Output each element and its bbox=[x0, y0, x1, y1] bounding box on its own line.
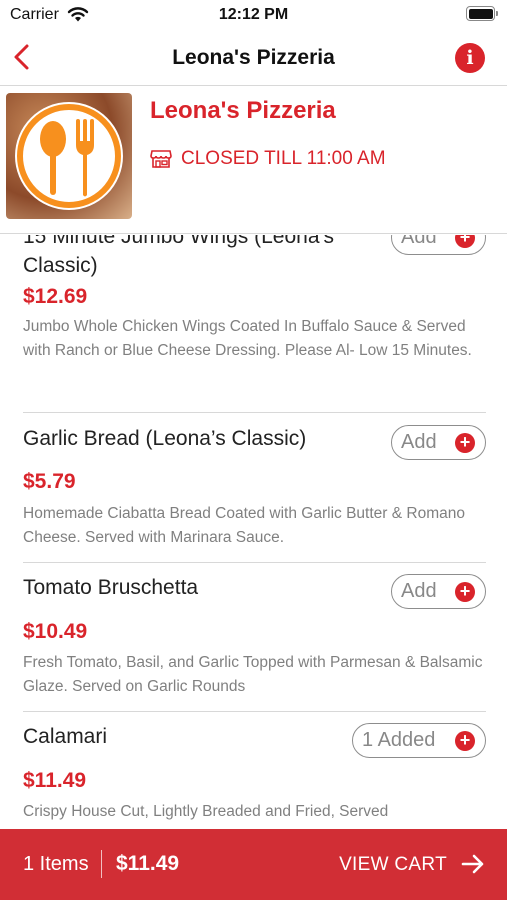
view-cart-button[interactable]: VIEW CART bbox=[339, 854, 447, 876]
add-button[interactable]: Add + bbox=[391, 574, 486, 609]
add-button[interactable]: Add + bbox=[391, 235, 486, 255]
restaurant-name: Leona's Pizzeria bbox=[150, 97, 336, 124]
cart-total: $11.49 bbox=[116, 852, 180, 875]
item-price: $12.69 bbox=[23, 285, 88, 308]
menu-item[interactable]: 15 Minute Jumbo Wings (Leona's Classic) … bbox=[23, 235, 486, 413]
plus-icon: + bbox=[455, 235, 475, 248]
battery-icon bbox=[466, 6, 498, 21]
menu-item[interactable]: Garlic Bread (Leona’s Classic) $5.79 Hom… bbox=[23, 413, 486, 563]
store-icon bbox=[150, 150, 172, 168]
navigation-bar: Leona's Pizzeria i bbox=[0, 32, 507, 86]
item-name: Tomato Bruschetta bbox=[23, 576, 199, 599]
cart-bar[interactable]: 1 Items $11.49 VIEW CART bbox=[0, 829, 507, 900]
item-name: 15 Minute Jumbo Wings (Leona's Classic) bbox=[23, 235, 335, 277]
status-bar: Carrier 12:12 PM bbox=[0, 0, 507, 32]
item-price: $5.79 bbox=[23, 470, 76, 493]
item-description: Crispy House Cut, Lightly Breaded and Fr… bbox=[23, 803, 389, 820]
item-name: Garlic Bread (Leona’s Classic) bbox=[23, 427, 307, 450]
item-description: Homemade Ciabatta Bread Coated with Garl… bbox=[23, 505, 465, 546]
info-icon[interactable]: i bbox=[455, 43, 485, 73]
plus-icon: + bbox=[455, 731, 475, 751]
restaurant-logo bbox=[6, 93, 132, 219]
item-price: $11.49 bbox=[23, 769, 87, 792]
item-price: $10.49 bbox=[23, 620, 88, 643]
restaurant-header: Leona's Pizzeria CLOSED TILL 11:00 AM bbox=[0, 87, 507, 234]
cart-divider bbox=[101, 850, 102, 878]
menu-list[interactable]: 15 Minute Jumbo Wings (Leona's Classic) … bbox=[0, 235, 507, 829]
menu-item[interactable]: Tomato Bruschetta $10.49 Fresh Tomato, B… bbox=[23, 563, 486, 712]
status-time: 12:12 PM bbox=[218, 6, 289, 23]
item-description: Fresh Tomato, Basil, and Garlic Topped w… bbox=[23, 654, 483, 695]
plus-icon: + bbox=[455, 433, 475, 453]
add-button-label: Add bbox=[401, 235, 437, 248]
item-name: Calamari bbox=[23, 725, 108, 748]
menu-item[interactable]: Calamari $11.49 Crispy House Cut, Lightl… bbox=[23, 712, 486, 829]
plus-icon: + bbox=[455, 582, 475, 602]
item-description: Jumbo Whole Chicken Wings Coated In Buff… bbox=[23, 318, 472, 359]
restaurant-status: CLOSED TILL 11:00 AM bbox=[181, 148, 386, 169]
utensils-logo-icon bbox=[15, 102, 123, 210]
page-title: Leona's Pizzeria bbox=[172, 46, 335, 69]
add-button-label: Add bbox=[401, 580, 437, 602]
added-button-label: 1 Added bbox=[362, 729, 436, 751]
add-button-label: Add bbox=[401, 431, 437, 453]
arrow-right-icon[interactable] bbox=[461, 853, 485, 875]
cart-item-count: 1 Items bbox=[23, 853, 89, 875]
add-button[interactable]: Add + bbox=[391, 425, 486, 460]
added-button[interactable]: 1 Added + bbox=[352, 723, 486, 758]
